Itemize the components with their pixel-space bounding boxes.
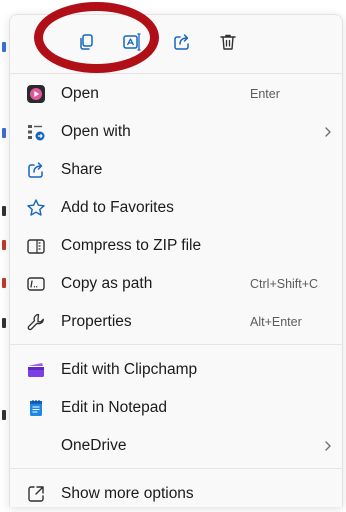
rename-icon <box>123 33 141 51</box>
menu-separator <box>10 344 342 345</box>
media-player-icon <box>26 84 46 104</box>
keyboard-shortcut: Enter <box>250 87 280 101</box>
menu-item-show-more-options[interactable]: Show more options <box>16 476 336 512</box>
keyboard-shortcut: Alt+Enter <box>250 315 302 329</box>
menu-item-open[interactable]: Open Enter <box>16 76 336 112</box>
rename-button[interactable] <box>118 28 146 56</box>
share-icon <box>174 34 189 50</box>
star-icon <box>26 198 46 218</box>
menu-separator <box>10 468 342 469</box>
share-icon <box>26 160 46 180</box>
clipchamp-icon <box>26 360 46 380</box>
menu-item-label: Copy as path <box>61 275 153 292</box>
edge-mark <box>2 128 6 138</box>
chevron-right-icon <box>325 441 331 451</box>
menu-item-label: Edit in Notepad <box>61 399 167 416</box>
menu-item-label: Show more options <box>61 485 194 502</box>
menu-item-label: Add to Favorites <box>61 199 174 216</box>
menu-item-compress-zip[interactable]: Compress to ZIP file <box>16 228 336 264</box>
menu-item-label: Edit with Clipchamp <box>61 361 198 378</box>
share-button[interactable] <box>168 28 196 56</box>
menu-item-edit-in-notepad[interactable]: Edit in Notepad <box>16 390 336 426</box>
copy-icon <box>80 34 93 50</box>
menu-separator <box>10 73 342 74</box>
wrench-icon <box>26 312 46 332</box>
menu-item-add-to-favorites[interactable]: Add to Favorites <box>16 190 336 226</box>
edge-mark <box>2 278 6 288</box>
chevron-right-icon <box>325 127 331 137</box>
menu-item-label: Open with <box>61 123 131 140</box>
menu-item-onedrive[interactable]: OneDrive <box>16 428 336 464</box>
copy-path-icon <box>26 274 46 294</box>
context-menu: Open Enter Open with Share Add to Favori… <box>9 14 343 507</box>
open-with-icon <box>26 122 46 142</box>
menu-item-label: Compress to ZIP file <box>61 237 202 254</box>
background-window-edge <box>0 0 8 506</box>
menu-item-open-with[interactable]: Open with <box>16 114 336 150</box>
context-menu-toolbar <box>10 15 342 69</box>
expand-icon <box>26 484 46 504</box>
edge-mark <box>2 42 6 52</box>
delete-button[interactable] <box>214 28 242 56</box>
edge-mark <box>2 318 6 328</box>
menu-item-label: Open <box>61 85 99 102</box>
edge-mark <box>2 240 6 250</box>
edge-mark <box>2 206 6 216</box>
zip-folder-icon <box>26 236 46 256</box>
menu-item-label: OneDrive <box>61 437 127 454</box>
trash-icon <box>220 34 236 50</box>
keyboard-shortcut: Ctrl+Shift+C <box>250 277 319 291</box>
notepad-icon <box>26 398 46 418</box>
copy-button[interactable] <box>72 28 100 56</box>
menu-item-label: Properties <box>61 313 132 330</box>
menu-item-properties[interactable]: Properties Alt+Enter <box>16 304 336 340</box>
menu-item-share[interactable]: Share <box>16 152 336 188</box>
menu-item-edit-with-clipchamp[interactable]: Edit with Clipchamp <box>16 352 336 388</box>
menu-item-copy-as-path[interactable]: Copy as path Ctrl+Shift+C <box>16 266 336 302</box>
menu-item-label: Share <box>61 161 103 178</box>
edge-mark <box>2 410 6 420</box>
